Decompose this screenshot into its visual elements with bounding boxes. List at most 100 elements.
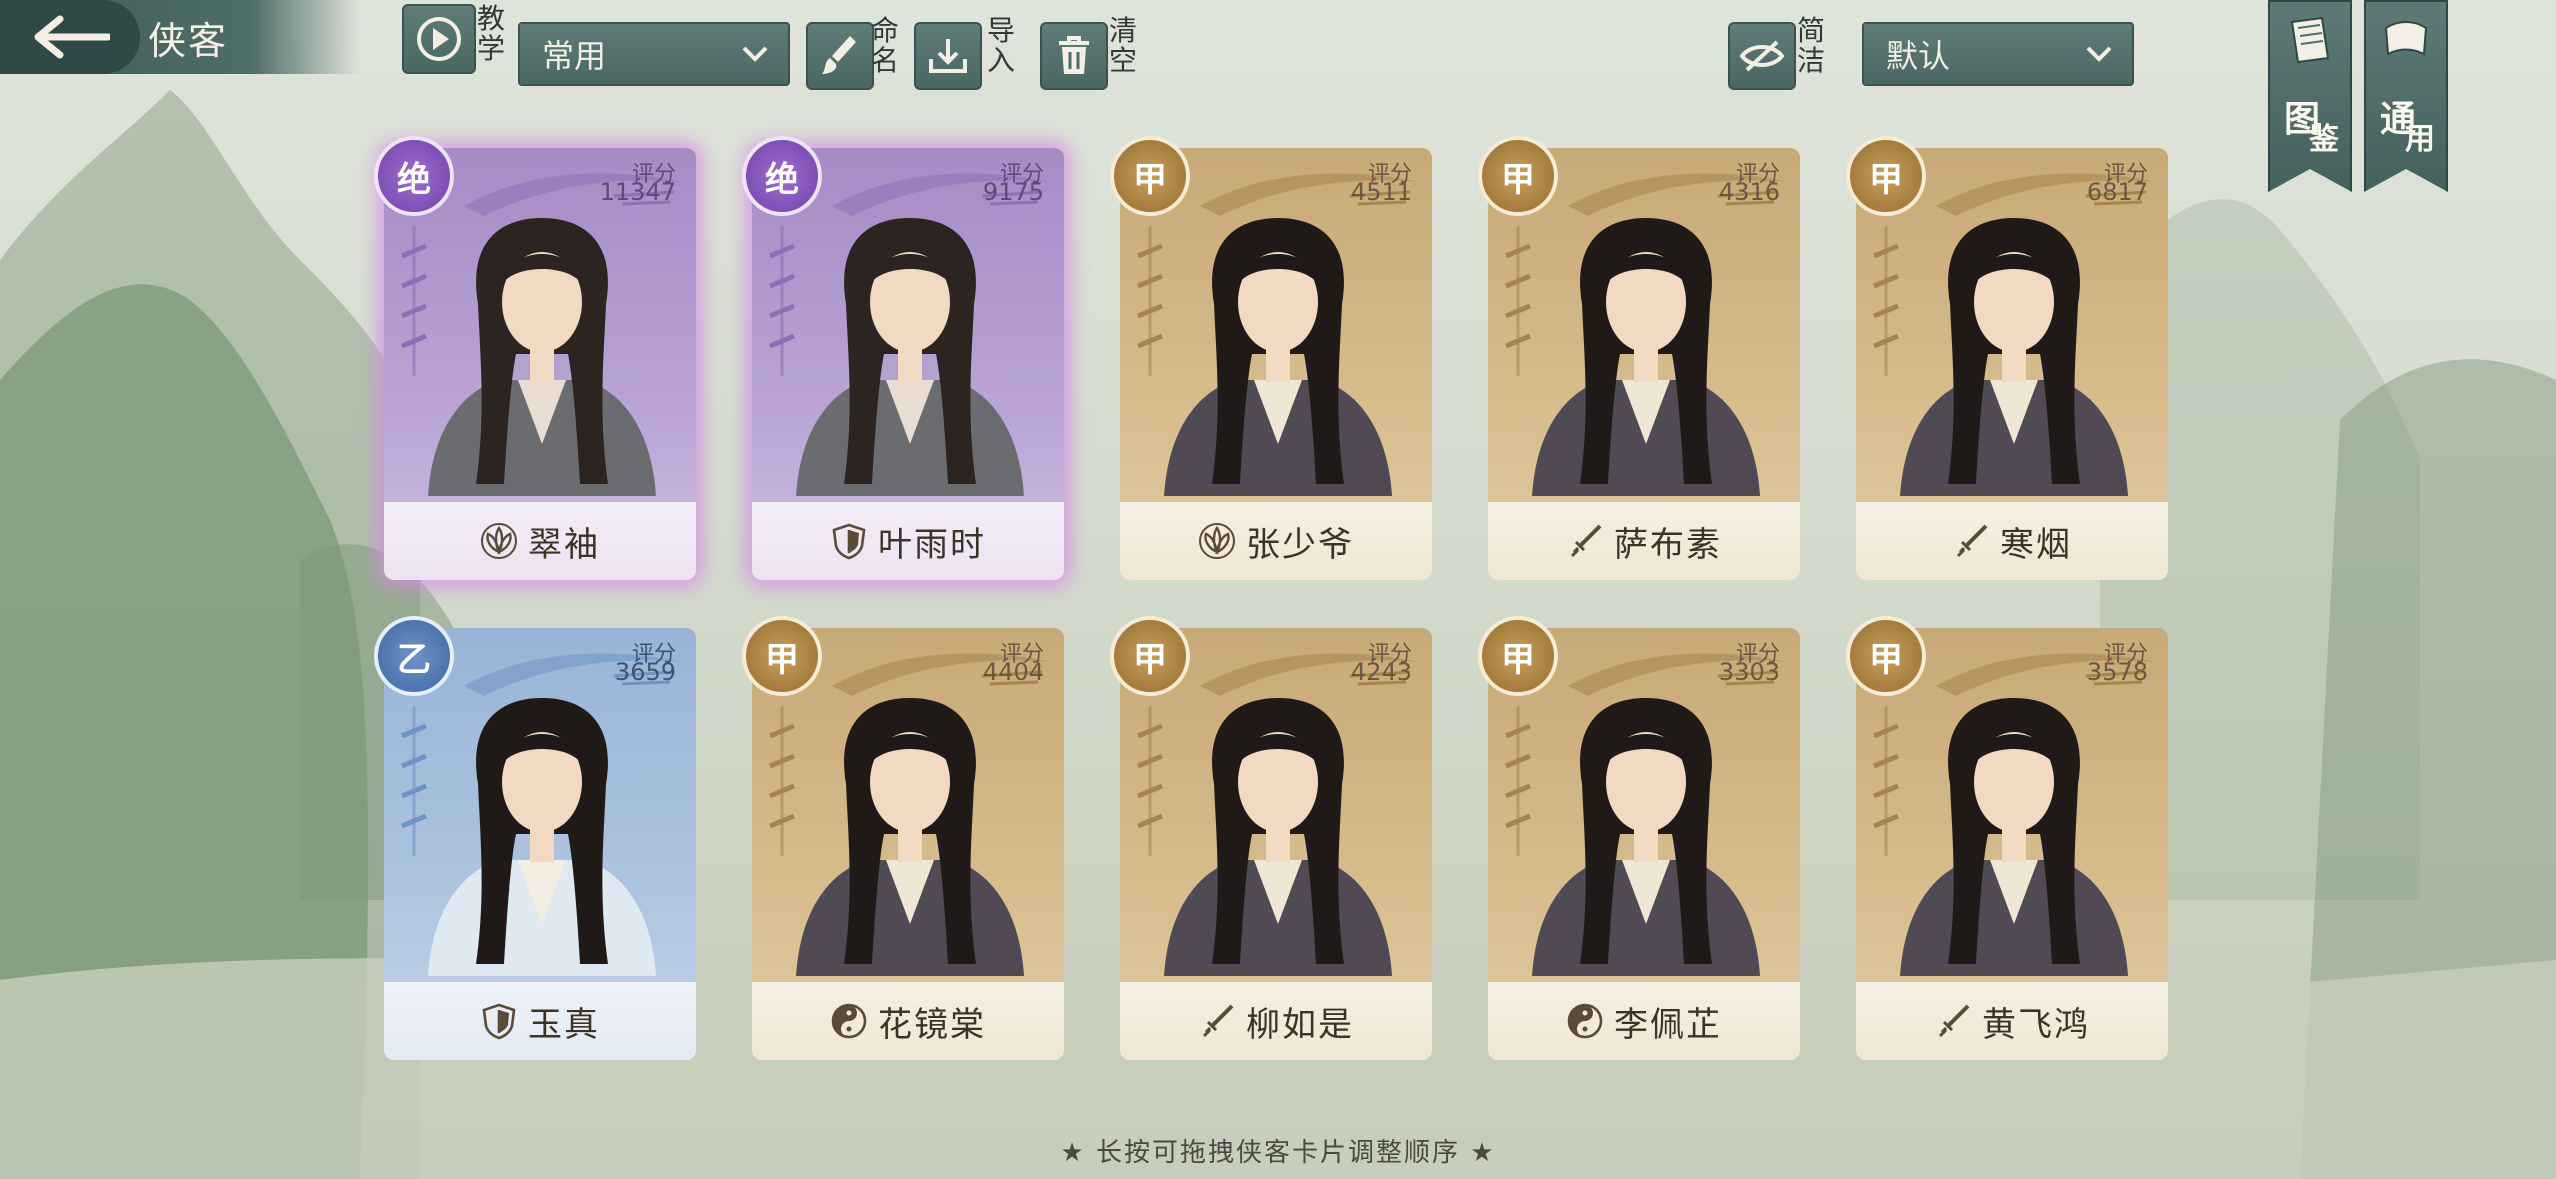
hero-name: 柳如是 [1246, 1004, 1354, 1045]
hero-portrait [796, 698, 1024, 976]
card-face: 评分 3659 玉真 [384, 628, 696, 1060]
card-name-bar: 花镜棠 [752, 982, 1064, 1060]
simple-view-button[interactable] [1728, 22, 1796, 90]
hero-card[interactable]: 评分 3578 黄飞鸿甲 [1846, 616, 2168, 1060]
hero-portrait [1900, 218, 2128, 496]
card-name-bar: 张少爷 [1120, 502, 1432, 580]
sword-icon [1570, 524, 1602, 558]
rank-badge: 甲 [1478, 136, 1558, 216]
star-column-decoration [1873, 706, 1899, 856]
hero-name: 寒烟 [2000, 524, 2072, 565]
rank-badge: 甲 [1846, 616, 1926, 696]
sword-icon [1938, 1004, 1970, 1038]
hero-portrait [1164, 698, 1392, 976]
star-column-decoration [401, 226, 427, 376]
hero-name: 张少爷 [1246, 524, 1354, 565]
star-column-decoration [1505, 226, 1531, 376]
hero-card[interactable]: 评分 4404 花镜棠甲 [742, 616, 1064, 1060]
sword-icon [1202, 1004, 1234, 1038]
card-face: 评分 11347 翠袖 [384, 148, 696, 580]
card-name-bar: 李佩芷 [1488, 982, 1800, 1060]
brush-icon [822, 36, 856, 74]
hero-portrait [428, 698, 656, 976]
hero-card[interactable]: 评分 6817 寒烟甲 [1846, 136, 2168, 580]
play-icon [417, 17, 461, 61]
eye-off-icon [1739, 40, 1785, 72]
rename-button[interactable] [806, 22, 874, 90]
hero-card[interactable]: 评分 3659 玉真乙 [374, 616, 696, 1060]
hero-card[interactable]: 评分 9175 叶雨时绝 [742, 136, 1064, 580]
sort-select-value: 默认 [1886, 37, 1951, 75]
lotus-icon [1199, 523, 1235, 559]
hero-portrait [1532, 218, 1760, 496]
star-column-decoration [401, 706, 427, 856]
hero-name: 叶雨时 [878, 524, 986, 565]
simple-view-label: 简洁 [1796, 14, 1825, 77]
drag-hint: ★ 长按可拖拽侠客卡片调整顺序 ★ [1060, 1138, 1496, 1168]
star-column-decoration [1137, 706, 1163, 856]
star-column-decoration [1505, 706, 1531, 856]
card-name-bar: 萨布素 [1488, 502, 1800, 580]
rank-badge: 甲 [1478, 616, 1558, 696]
card-name-bar: 黄飞鸿 [1856, 982, 2168, 1060]
hero-card[interactable]: 评分 3303 李佩芷甲 [1478, 616, 1800, 1060]
card-face: 评分 4511 张少爷 [1120, 148, 1432, 580]
download-icon [929, 39, 967, 73]
card-face: 评分 9175 叶雨时 [752, 148, 1064, 580]
yin-yang-icon [1567, 1003, 1603, 1039]
hero-name: 玉真 [528, 1004, 600, 1045]
card-name-bar: 寒烟 [1856, 502, 2168, 580]
sword-icon [1956, 524, 1988, 558]
arrow-left-icon [34, 15, 110, 59]
card-name-bar: 柳如是 [1120, 982, 1432, 1060]
book-icon [2290, 16, 2330, 64]
tutorial-button[interactable] [402, 4, 476, 74]
clear-label: 清空 [1108, 14, 1137, 77]
card-face: 评分 6817 寒烟 [1856, 148, 2168, 580]
card-name-bar: 玉真 [384, 982, 696, 1060]
star-column-decoration [1873, 226, 1899, 376]
tutorial-label: 教学 [476, 2, 505, 65]
hero-name: 萨布素 [1614, 524, 1722, 565]
hero-name: 李佩芷 [1614, 1004, 1722, 1045]
rank-badge: 甲 [1110, 136, 1190, 216]
card-face: 评分 3578 黄飞鸿 [1856, 628, 2168, 1060]
back-button[interactable] [0, 0, 140, 74]
filter-select[interactable]: 常用 [518, 22, 790, 86]
rank-badge: 甲 [742, 616, 822, 696]
filter-select-value: 常用 [542, 37, 607, 75]
hero-portrait [1532, 698, 1760, 976]
card-face: 评分 4404 花镜棠 [752, 628, 1064, 1060]
trash-icon [1059, 36, 1089, 74]
card-name-bar: 叶雨时 [752, 502, 1064, 580]
codex-ribbon-button[interactable]: 图 鉴 [2268, 0, 2352, 192]
sort-select[interactable]: 默认 [1862, 22, 2134, 86]
card-name-bar: 翠袖 [384, 502, 696, 580]
hero-name: 花镜棠 [878, 1004, 986, 1045]
hero-card[interactable]: 评分 11347 翠袖绝 [374, 136, 696, 580]
hero-card[interactable]: 评分 4511 张少爷甲 [1110, 136, 1432, 580]
rank-badge: 乙 [374, 616, 454, 696]
import-label: 导入 [986, 14, 1015, 77]
star-column-decoration [1137, 226, 1163, 376]
general-ribbon-button[interactable]: 通 用 [2364, 0, 2448, 192]
rank-badge: 甲 [1110, 616, 1190, 696]
clear-button[interactable] [1040, 22, 1108, 90]
star-column-decoration [769, 706, 795, 856]
rename-label: 命名 [870, 14, 899, 77]
chevron-down-icon [2086, 46, 2112, 62]
rank-badge: 绝 [374, 136, 454, 216]
shield-icon [482, 1003, 516, 1040]
card-face: 评分 4243 柳如是 [1120, 628, 1432, 1060]
hero-portrait [428, 218, 656, 496]
hero-portrait [1900, 698, 2128, 976]
hero-card[interactable]: 评分 4316 萨布素甲 [1478, 136, 1800, 580]
star-column-decoration [769, 226, 795, 376]
hero-name: 黄飞鸿 [1982, 1004, 2090, 1045]
rank-badge: 甲 [1846, 136, 1926, 216]
import-button[interactable] [914, 22, 982, 90]
yin-yang-icon [831, 1003, 867, 1039]
hero-card[interactable]: 评分 4243 柳如是甲 [1110, 616, 1432, 1060]
card-face: 评分 4316 萨布素 [1488, 148, 1800, 580]
hero-portrait [1164, 218, 1392, 496]
